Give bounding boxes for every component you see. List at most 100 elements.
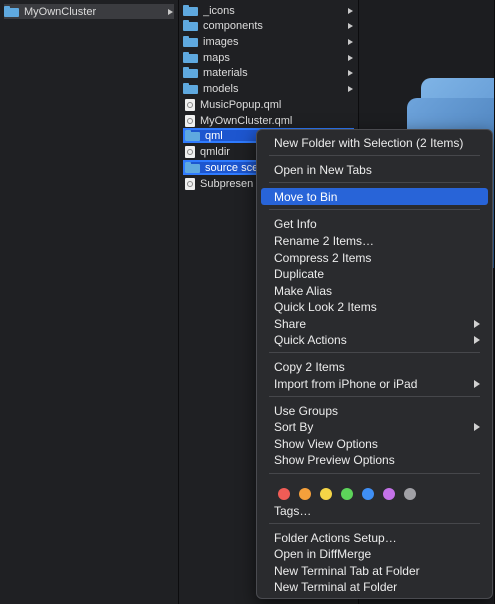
list-item[interactable]: MyOwnCluster.qml — [183, 113, 354, 128]
menu-label: Quick Actions — [274, 332, 347, 347]
list-item[interactable]: components — [183, 18, 354, 33]
submenu-arrow-icon — [474, 380, 480, 388]
chevron-right-icon — [346, 54, 354, 62]
file-icon — [185, 177, 195, 190]
item-label: MyOwnCluster — [24, 5, 97, 18]
item-label: models — [203, 82, 239, 95]
qml-file-icon — [185, 98, 195, 111]
folder-icon — [4, 6, 19, 17]
menu-new-folder-with-selection[interactable]: New Folder with Selection (2 Items) — [261, 134, 488, 151]
finder-column-root: MyOwnCluster — [0, 0, 179, 604]
menu-separator — [269, 352, 480, 353]
menu-open-in-diffmerge[interactable]: Open in DiffMerge — [261, 545, 488, 562]
menu-label: Sort By — [274, 419, 314, 434]
chevron-right-icon — [346, 85, 354, 93]
menu-label: Import from iPhone or iPad — [274, 376, 418, 391]
chevron-right-icon — [346, 22, 354, 30]
menu-open-in-new-tabs[interactable]: Open in New Tabs — [261, 161, 488, 178]
menu-import-from-iphone[interactable]: Import from iPhone or iPad — [261, 375, 488, 392]
menu-label: Open in DiffMerge — [274, 546, 372, 561]
menu-label: Open in New Tabs — [274, 162, 372, 177]
menu-separator — [269, 182, 480, 183]
menu-label: Quick Look 2 Items — [274, 299, 377, 314]
tag-blue[interactable] — [362, 488, 374, 500]
menu-make-alias[interactable]: Make Alias — [261, 282, 488, 299]
folder-icon — [185, 162, 200, 173]
chevron-right-icon — [346, 38, 354, 46]
menu-copy[interactable]: Copy 2 Items — [261, 358, 488, 375]
menu-move-to-bin[interactable]: Move to Bin — [261, 188, 488, 205]
list-item[interactable]: images — [183, 34, 354, 49]
menu-share[interactable]: Share — [261, 315, 488, 332]
list-item[interactable]: maps — [183, 50, 354, 65]
folder-icon — [183, 83, 198, 94]
menu-label: Make Alias — [274, 283, 333, 298]
menu-new-terminal-at-folder[interactable]: New Terminal at Folder — [261, 578, 488, 595]
item-label: _icons — [203, 4, 235, 17]
menu-separator — [269, 155, 480, 156]
folder-icon — [183, 20, 198, 31]
tag-orange[interactable] — [299, 488, 311, 500]
submenu-arrow-icon — [474, 423, 480, 431]
menu-show-view-options[interactable]: Show View Options — [261, 435, 488, 452]
item-label: materials — [203, 66, 248, 79]
folder-icon — [183, 67, 198, 78]
menu-label: Get Info — [274, 216, 317, 231]
menu-label: Compress 2 Items — [274, 250, 372, 265]
menu-quick-look[interactable]: Quick Look 2 Items — [261, 298, 488, 315]
list-item[interactable]: _icons — [183, 3, 354, 18]
folder-icon — [183, 52, 198, 63]
menu-label: Move to Bin — [274, 189, 338, 204]
menu-label: Rename 2 Items… — [274, 233, 375, 248]
column-item-myowncluster[interactable]: MyOwnCluster — [4, 4, 174, 19]
item-label: components — [203, 19, 263, 32]
menu-duplicate[interactable]: Duplicate — [261, 265, 488, 282]
menu-separator — [269, 523, 480, 524]
list-item[interactable]: MusicPopup.qml — [183, 97, 354, 112]
chevron-right-icon — [166, 8, 174, 16]
menu-sort-by[interactable]: Sort By — [261, 418, 488, 435]
menu-label: New Terminal Tab at Folder — [274, 563, 420, 578]
menu-rename[interactable]: Rename 2 Items… — [261, 232, 488, 249]
menu-label: Share — [274, 316, 307, 331]
menu-folder-actions-setup[interactable]: Folder Actions Setup… — [261, 529, 488, 546]
menu-separator — [269, 396, 480, 397]
menu-get-info[interactable]: Get Info — [261, 215, 488, 232]
menu-label: Use Groups — [274, 403, 339, 418]
menu-label: Show View Options — [274, 436, 378, 451]
menu-tags[interactable]: Tags… — [261, 502, 488, 519]
tag-purple[interactable] — [383, 488, 395, 500]
item-label: MusicPopup.qml — [200, 98, 282, 111]
folder-icon — [183, 36, 198, 47]
folder-icon — [183, 5, 198, 16]
tag-gray[interactable] — [404, 488, 416, 500]
menu-compress[interactable]: Compress 2 Items — [261, 249, 488, 266]
list-item[interactable]: materials — [183, 65, 354, 80]
menu-label: Show Preview Options — [274, 452, 395, 467]
menu-label: Copy 2 Items — [274, 359, 345, 374]
folder-icon — [185, 130, 200, 141]
menu-new-terminal-tab-at-folder[interactable]: New Terminal Tab at Folder — [261, 562, 488, 579]
context-menu: New Folder with Selection (2 Items) Open… — [256, 129, 493, 599]
tag-yellow[interactable] — [320, 488, 332, 500]
qml-file-icon — [185, 114, 195, 127]
chevron-right-icon — [346, 7, 354, 15]
tag-red[interactable] — [278, 488, 290, 500]
menu-label: Folder Actions Setup… — [274, 530, 397, 545]
menu-show-preview-options[interactable]: Show Preview Options — [261, 451, 488, 468]
item-label: MyOwnCluster.qml — [200, 114, 293, 127]
item-label: images — [203, 35, 239, 48]
submenu-arrow-icon — [474, 320, 480, 328]
menu-label: New Terminal at Folder — [274, 579, 398, 594]
menu-quick-actions[interactable]: Quick Actions — [261, 331, 488, 348]
menu-separator — [269, 473, 480, 474]
submenu-arrow-icon — [474, 336, 480, 344]
list-item[interactable]: models — [183, 81, 354, 96]
file-icon — [185, 145, 195, 158]
menu-separator — [269, 209, 480, 210]
menu-label: New Folder with Selection (2 Items) — [274, 135, 464, 150]
tag-green[interactable] — [341, 488, 353, 500]
menu-label: Tags… — [274, 503, 312, 518]
menu-use-groups[interactable]: Use Groups — [261, 402, 488, 419]
menu-label: Duplicate — [274, 266, 325, 281]
